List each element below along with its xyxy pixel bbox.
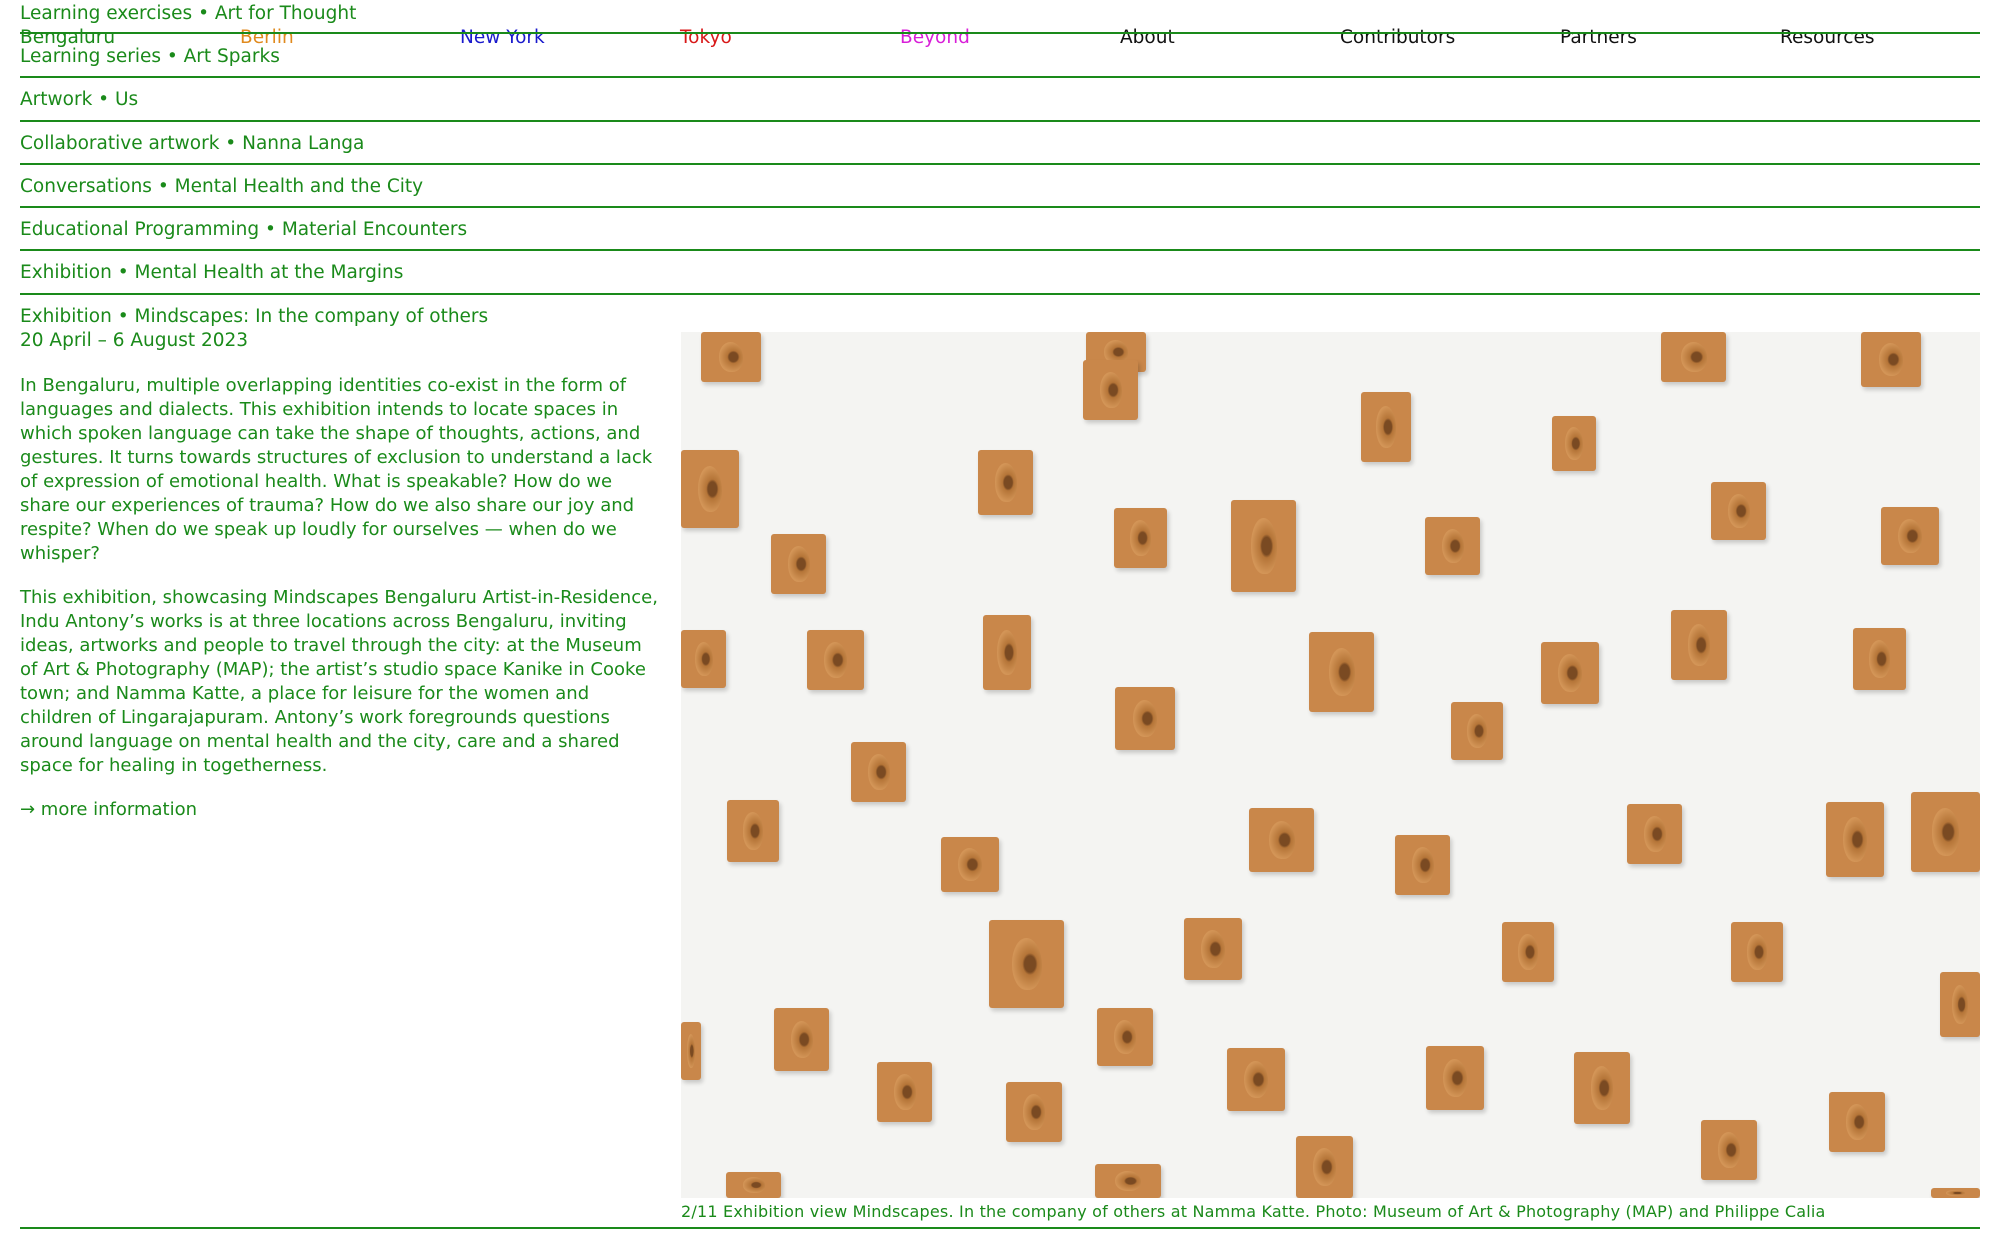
clay-ear — [1097, 1008, 1153, 1066]
clay-ear — [1114, 508, 1167, 568]
exhibition-description: In Bengaluru, multiple overlapping ident… — [20, 374, 660, 842]
exhibition-title[interactable]: Exhibition • Mindscapes: In the company … — [20, 306, 488, 327]
clay-ear — [1184, 918, 1242, 980]
clay-ear — [1361, 392, 1411, 462]
program-row[interactable]: Exhibition • Mental Health at the Margin… — [20, 251, 1980, 295]
clay-ear — [1309, 632, 1374, 712]
clay-ear — [1552, 416, 1596, 471]
clay-ear — [1671, 610, 1727, 680]
clay-ear — [1095, 1164, 1161, 1198]
clay-ear — [877, 1062, 932, 1122]
program-row[interactable]: Conversations • Mental Health and the Ci… — [20, 165, 1980, 208]
clay-ear — [1083, 360, 1138, 420]
clay-ear — [1115, 687, 1175, 750]
program-label: Exhibition • Mental Health at the Margin… — [20, 262, 404, 283]
photo-caption: 2/11 Exhibition view Mindscapes. In the … — [681, 1202, 1826, 1221]
clay-ear — [1711, 482, 1766, 540]
clay-ear — [851, 742, 906, 802]
program-label: Learning exercises • Art for Thought — [20, 3, 357, 24]
clay-ear — [807, 630, 864, 690]
program-row[interactable]: Learning series • Art Sparks — [20, 34, 1980, 78]
clay-ear — [1541, 642, 1599, 704]
description-paragraph: In Bengaluru, multiple overlapping ident… — [20, 375, 653, 564]
clay-ear — [1931, 1188, 1980, 1198]
clay-ear — [1829, 1092, 1885, 1152]
clay-ear — [1701, 1120, 1757, 1180]
description-paragraph: This exhibition, showcasing Mindscapes B… — [20, 587, 658, 776]
clay-ear — [989, 920, 1064, 1008]
clay-ear — [1826, 802, 1884, 877]
clay-ear — [774, 1008, 829, 1071]
clay-ear — [771, 534, 826, 594]
program-label: Collaborative artwork • Nanna Langa — [20, 133, 365, 154]
clay-ear — [1296, 1136, 1353, 1198]
clay-ear — [1627, 804, 1682, 864]
clay-ear — [726, 1172, 781, 1198]
clay-ear — [1661, 332, 1726, 382]
clay-ear — [1395, 835, 1450, 895]
clay-ear — [1853, 628, 1906, 690]
program-label: Learning series • Art Sparks — [20, 46, 280, 67]
clay-ear — [1940, 972, 1980, 1037]
exhibition-dates: 20 April – 6 August 2023 — [20, 330, 249, 351]
clay-ear — [941, 837, 999, 892]
program-label: Educational Programming • Material Encou… — [20, 219, 468, 240]
clay-ear — [681, 630, 726, 688]
clay-ear — [681, 1022, 701, 1080]
clay-ear — [1881, 507, 1939, 565]
clay-ear — [1249, 808, 1314, 872]
exhibition-photo[interactable] — [681, 332, 1980, 1198]
program-label: Conversations • Mental Health and the Ci… — [20, 176, 424, 197]
clay-ear — [1006, 1082, 1062, 1142]
clay-ear — [1861, 332, 1921, 387]
program-label: Artwork • Us — [20, 89, 139, 110]
clay-ear — [681, 450, 739, 528]
program-row[interactable]: Collaborative artwork • Nanna Langa — [20, 122, 1980, 165]
program-row[interactable]: Educational Programming • Material Encou… — [20, 208, 1980, 251]
clay-ear — [1451, 702, 1503, 760]
program-row[interactable]: Artwork • Us — [20, 78, 1980, 122]
more-information-link[interactable]: → more information — [20, 798, 660, 822]
clay-ear — [1227, 1048, 1285, 1111]
clay-ear — [978, 450, 1033, 515]
clay-ear — [1231, 500, 1296, 592]
clay-ear — [1502, 922, 1554, 982]
clay-ear — [1574, 1052, 1630, 1124]
clay-ear — [1731, 922, 1783, 982]
divider — [20, 1227, 1980, 1229]
clay-ear — [701, 332, 761, 382]
clay-ear — [1426, 1046, 1484, 1110]
clay-ear — [983, 615, 1031, 690]
clay-ear — [727, 800, 779, 862]
program-row[interactable]: Learning exercises • Art for Thought — [20, 0, 1980, 34]
clay-ear — [1425, 517, 1480, 575]
clay-ear — [1911, 792, 1980, 872]
